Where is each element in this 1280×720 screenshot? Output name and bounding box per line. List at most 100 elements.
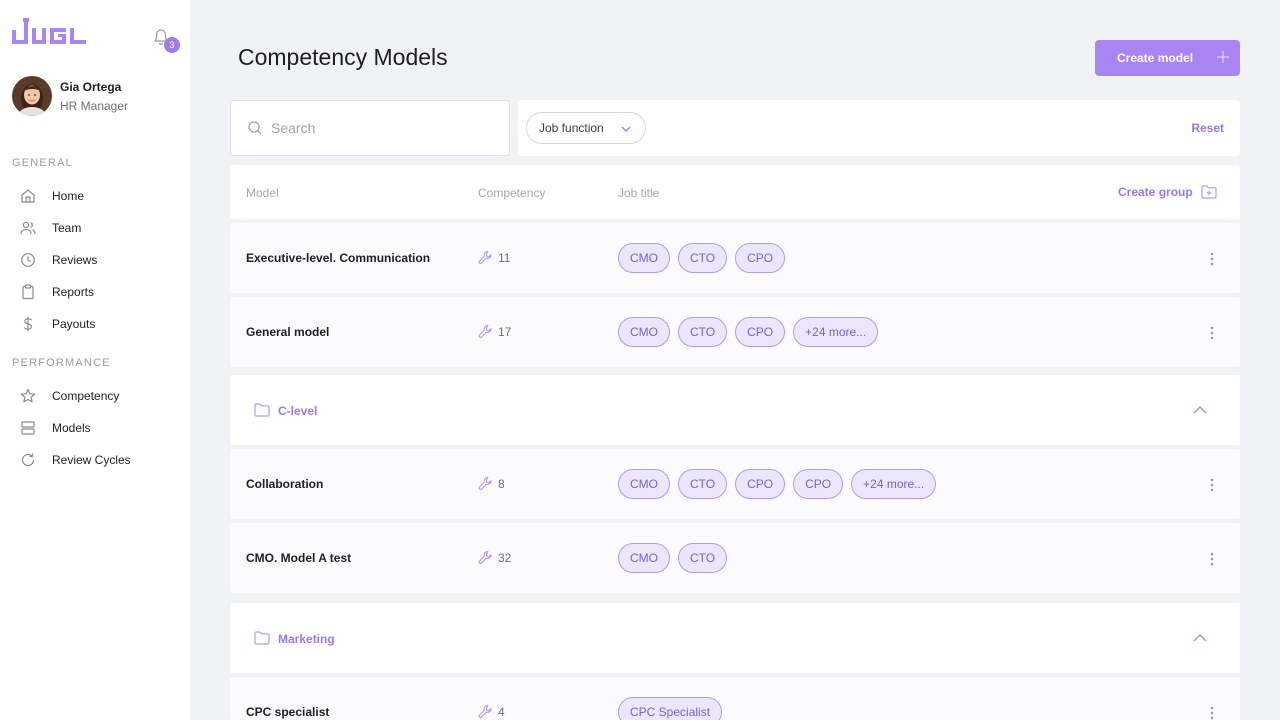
job-title-tags: CMO CTO CPO +24 more... [618,317,886,347]
job-title-tag[interactable]: CTO [678,243,728,273]
more-options-icon[interactable] [1208,705,1216,720]
job-title-tag[interactable]: CPO [735,469,786,499]
sidebar-item-label: Payouts [52,317,96,331]
sidebar-item-competency[interactable]: Competency [20,385,180,407]
stack-icon [21,421,35,435]
table-row[interactable]: General model 17 CMO CTO CPO +24 more... [230,297,1240,367]
clock-icon [21,253,35,267]
wrench-icon [478,550,492,564]
clipboard-icon [22,284,34,300]
sidebar-item-payouts[interactable]: Payouts [20,313,180,335]
folder-icon [254,631,270,645]
job-title-tag[interactable]: CPO [735,317,786,347]
sidebar-item-label: Review Cycles [52,453,131,467]
chevron-up-icon[interactable] [1192,633,1208,643]
more-options-icon[interactable] [1208,477,1216,493]
table-row[interactable]: Collaboration 8 CMO CTO CPO CPO +24 more… [230,449,1240,519]
wrench-icon [478,324,492,338]
more-options-icon[interactable] [1208,325,1216,341]
create-group-label: Create group [1118,185,1193,199]
job-title-tags: CMO CTO CPO [618,243,793,273]
create-model-button[interactable]: Create model [1095,40,1240,76]
notification-badge: 3 [164,37,180,53]
column-header-job-title: Job title [618,186,660,200]
sidebar-item-label: Home [52,189,85,203]
column-header-model: Model [246,186,279,200]
page-title: Competency Models [238,44,448,70]
table-row[interactable]: Executive-level. Communication 11 CMO CT… [230,223,1240,293]
search-input[interactable] [271,120,491,136]
sidebar-item-label: Competency [52,389,120,403]
model-name[interactable]: Collaboration [246,477,323,491]
app-logo[interactable] [12,18,88,46]
model-name[interactable]: General model [246,325,329,339]
competency-count: 32 [478,550,511,565]
sidebar-item-models[interactable]: Models [20,417,180,439]
job-title-tag[interactable]: CMO [618,469,670,499]
job-title-tag[interactable]: CPC Specialist [618,697,723,720]
folder-plus-icon [1201,185,1217,199]
group-row[interactable]: Marketing [230,603,1240,673]
table-header: Model Competency Job title Create group [230,165,1240,219]
job-title-tag[interactable]: CPO [735,243,786,273]
competency-count: 17 [478,324,511,339]
star-icon [20,388,36,403]
search-icon [248,121,262,135]
job-title-tags: CMO CTO CPO CPO +24 more... [618,469,944,499]
job-title-tag[interactable]: CPO [793,469,844,499]
competency-value: 4 [498,704,505,719]
sidebar-item-reviews[interactable]: Reviews [20,249,180,271]
nav-section-general: GENERAL [12,157,73,169]
competency-value: 11 [498,250,511,265]
sidebar: 3 Gia Ortega HR Manager GENERAL Home Tea… [0,0,190,720]
job-title-tag[interactable]: CTO [678,543,728,573]
job-title-tag[interactable]: CMO [618,317,670,347]
table-row[interactable]: CPC specialist 4 CPC Specialist [230,677,1240,720]
reset-button[interactable]: Reset [1191,121,1224,135]
wrench-icon [478,476,492,490]
job-title-tag[interactable]: CTO [678,469,728,499]
job-title-tag[interactable]: CTO [678,317,728,347]
job-title-tags: CMO CTO [618,543,735,573]
user-name: Gia Ortega [60,80,122,94]
group-name[interactable]: C-level [278,404,317,418]
sidebar-item-label: Reviews [52,253,98,267]
plus-icon [1217,51,1229,63]
group-name[interactable]: Marketing [278,632,335,646]
model-name[interactable]: Executive-level. Communication [246,251,430,265]
sidebar-item-label: Models [52,421,91,435]
competency-value: 17 [498,324,512,339]
job-function-dropdown[interactable]: Job function [526,112,646,144]
competency-count: 8 [478,476,505,491]
nav-section-performance: PERFORMANCE [12,357,111,369]
column-header-competency: Competency [478,186,546,200]
chevron-up-icon[interactable] [1192,405,1208,415]
create-group-button[interactable]: Create group [1118,185,1217,199]
team-icon [20,221,36,235]
sidebar-item-review-cycles[interactable]: Review Cycles [20,449,180,471]
search-box[interactable] [230,100,510,156]
job-title-tag[interactable]: CMO [618,543,670,573]
competency-count: 4 [478,704,505,719]
more-tags-chip[interactable]: +24 more... [793,317,879,347]
sidebar-item-reports[interactable]: Reports [20,281,180,303]
home-icon [21,189,35,203]
more-tags-chip[interactable]: +24 more... [851,469,937,499]
filter-bar: Job function Reset [518,100,1240,156]
create-model-label: Create model [1117,51,1194,65]
chevron-down-icon [621,126,631,132]
competency-count: 11 [478,250,510,265]
wrench-icon [478,704,492,718]
more-options-icon[interactable] [1208,251,1216,267]
sidebar-item-home[interactable]: Home [20,185,180,207]
model-name[interactable]: CMO. Model A test [246,551,351,565]
sidebar-item-label: Reports [52,285,95,299]
competency-value: 8 [498,476,505,491]
more-options-icon[interactable] [1208,551,1216,567]
model-name[interactable]: CPC specialist [246,705,329,719]
avatar[interactable] [12,76,52,116]
sidebar-item-team[interactable]: Team [20,217,180,239]
group-row[interactable]: C-level [230,375,1240,445]
table-row[interactable]: CMO. Model A test 32 CMO CTO [230,523,1240,593]
job-title-tag[interactable]: CMO [618,243,670,273]
